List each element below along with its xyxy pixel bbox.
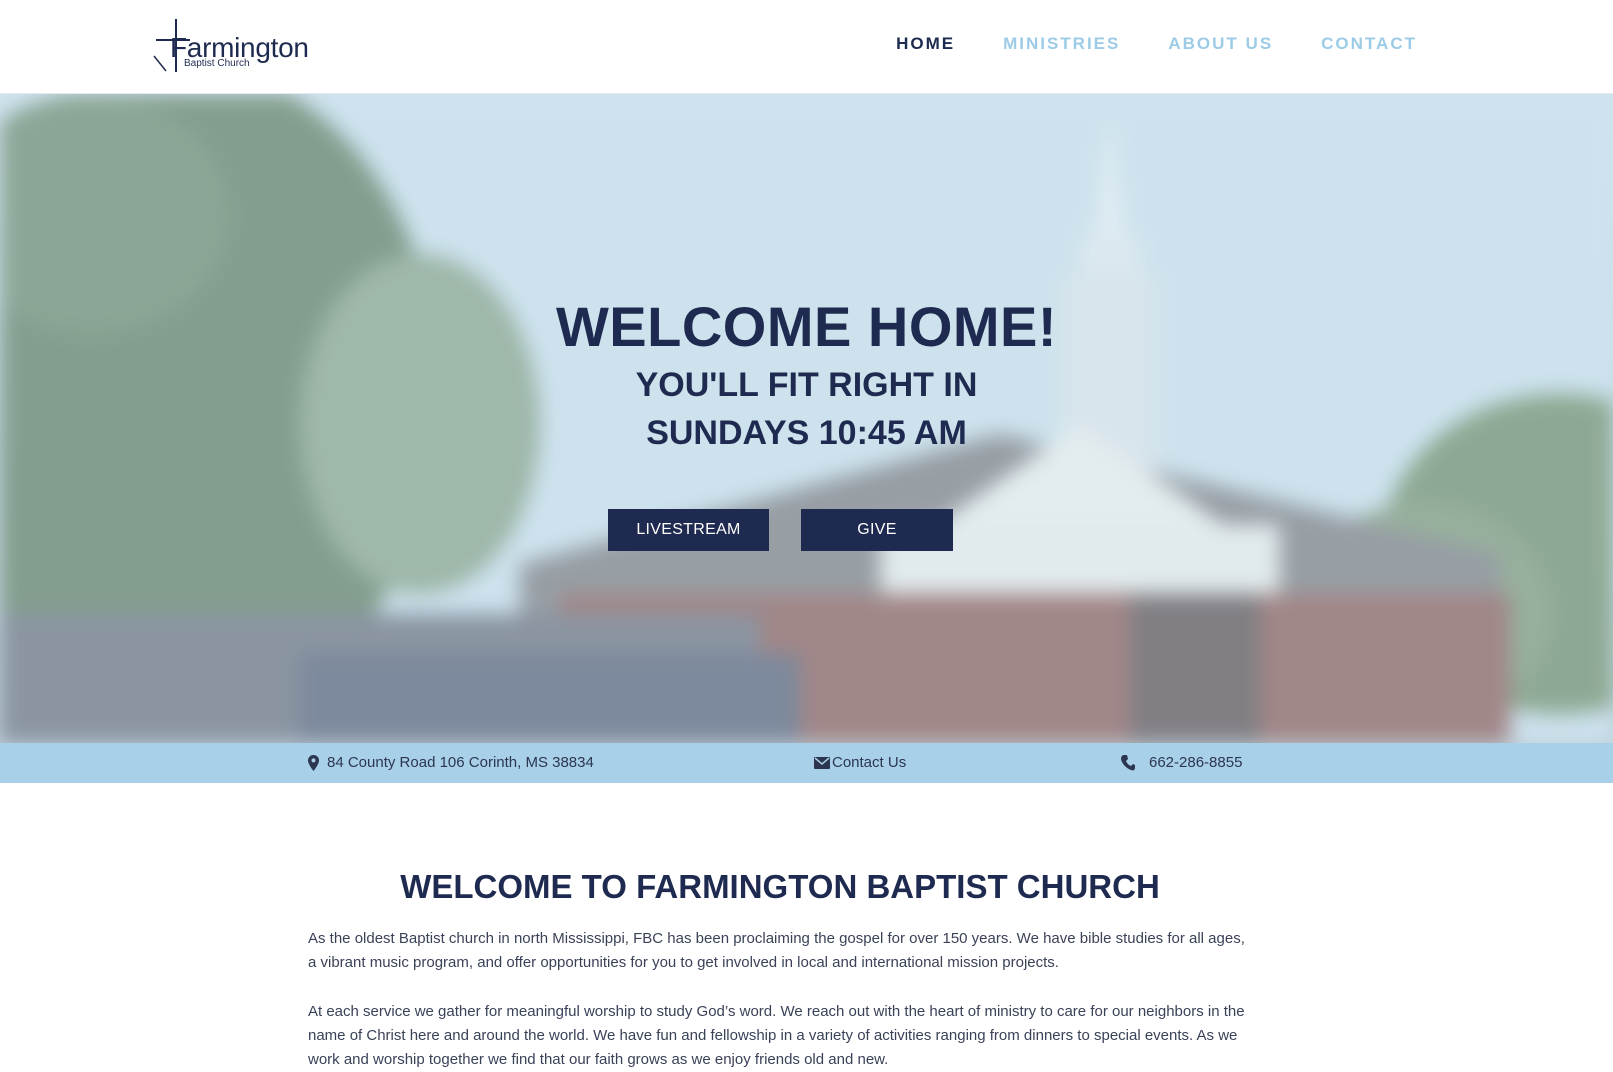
hero-content: WELCOME HOME! YOU'LL FIT RIGHT IN SUNDAY… — [0, 94, 1613, 743]
map-pin-icon — [308, 754, 319, 771]
nav-home[interactable]: HOME — [896, 34, 955, 54]
contact-us-link[interactable]: Contact Us — [832, 754, 906, 771]
contact-info-bar: 84 County Road 106 Corinth, MS 38834 Con… — [0, 743, 1613, 783]
envelope-icon — [814, 756, 830, 769]
welcome-heading: WELCOME TO FARMINGTON BAPTIST CHURCH — [400, 868, 1160, 905]
nav-contact[interactable]: CONTACT — [1321, 34, 1417, 54]
give-button[interactable]: GIVE — [801, 509, 953, 551]
hero-subtitle-service-time: SUNDAYS 10:45 AM — [646, 414, 967, 452]
site-header: Farmington Baptist Church HOME MINISTRIE… — [0, 0, 1613, 94]
address-text: 84 County Road 106 Corinth, MS 38834 — [327, 754, 594, 771]
hero-title: WELCOME HOME! — [555, 295, 1058, 358]
nav-ministries[interactable]: MINISTRIES — [1003, 34, 1120, 54]
logo-subtitle: Baptist Church — [184, 58, 250, 69]
livestream-button[interactable]: LIVESTREAM — [608, 509, 769, 551]
hero-banner: WELCOME HOME! YOU'LL FIT RIGHT IN SUNDAY… — [0, 94, 1613, 743]
contact-us-item: Contact Us — [814, 754, 906, 771]
address-item: 84 County Road 106 Corinth, MS 38834 — [308, 754, 594, 771]
phone-icon — [1121, 754, 1135, 770]
phone-number-link[interactable]: 662-286-8855 — [1149, 754, 1242, 771]
church-logo[interactable]: Farmington Baptist Church — [152, 16, 312, 76]
nav-about-us[interactable]: ABOUT US — [1168, 34, 1273, 54]
main-nav: HOME MINISTRIES ABOUT US CONTACT — [896, 34, 1417, 54]
welcome-paragraph-2: At each service we gather for meaningful… — [308, 1003, 1245, 1068]
phone-item: 662-286-8855 — [1121, 754, 1242, 771]
hero-subtitle-fit: YOU'LL FIT RIGHT IN — [635, 366, 978, 404]
welcome-paragraph-1: As the oldest Baptist church in north Mi… — [308, 930, 1245, 971]
